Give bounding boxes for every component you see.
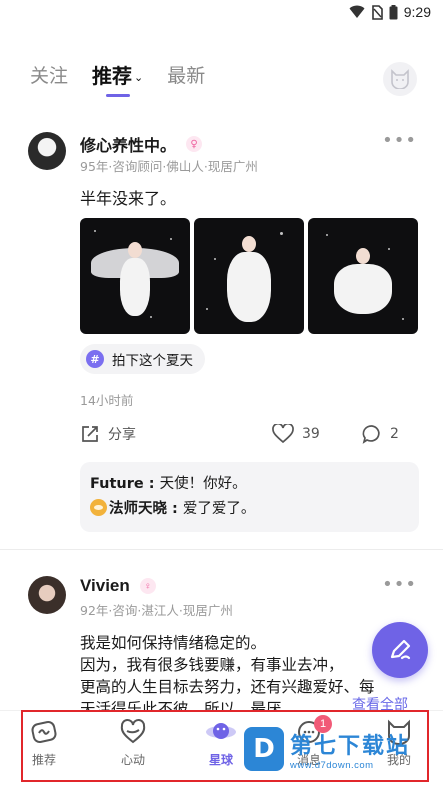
topic-tag[interactable]: # 拍下这个夏天 [80, 344, 205, 374]
share-icon [82, 426, 98, 442]
tab-recommended-label: 推荐 [92, 64, 133, 88]
post-actions: 分享 39 2 [80, 424, 420, 448]
post-timestamp: 14小时前 [80, 393, 134, 408]
nav-label: 心动 [120, 753, 145, 767]
comment-author[interactable]: 法师天晓 [109, 501, 167, 517]
post-username[interactable]: Vivien ♀ [80, 576, 156, 596]
post-author-meta: 95年·咨询顾问·佛山人·现居广州 [80, 159, 258, 174]
pen-icon [390, 639, 411, 660]
comment-preview[interactable]: Future : 天使！你好。 法师天晓 : 爱了爱了。 [80, 462, 419, 532]
profile-cat-avatar[interactable] [383, 62, 417, 96]
post-username-text: Vivien [80, 576, 130, 595]
female-icon: ♀ [139, 578, 156, 594]
battery-icon [389, 4, 398, 19]
avatar[interactable] [28, 576, 66, 614]
comment-text: 天使！你好。 [159, 476, 247, 492]
status-bar: 9:29 [0, 0, 443, 26]
site-watermark: D 第七下载站 www.d7down.com [244, 716, 440, 782]
like-button[interactable]: 39 [272, 424, 320, 444]
status-time: 9:29 [403, 4, 431, 20]
watermark-title: 第七下载站 [290, 733, 411, 759]
tab-recommended[interactable]: 推荐 ⌄ [92, 60, 144, 97]
post-photo[interactable] [80, 218, 190, 334]
tab-latest[interactable]: 最新 [167, 61, 205, 88]
heart-icon [272, 424, 294, 444]
post-author-meta: 92年·咨询·湛江人·现居广州 [80, 603, 233, 618]
share-button[interactable]: 分享 [80, 424, 136, 444]
tab-active-indicator [106, 94, 131, 97]
share-label: 分享 [108, 427, 136, 443]
post-photo[interactable] [194, 218, 304, 334]
cat-icon [391, 69, 409, 89]
comment-author[interactable]: Future [90, 476, 144, 492]
more-options-icon[interactable]: ••• [382, 130, 417, 151]
comment-count: 2 [390, 426, 399, 442]
post-content-line: 因为，我有很多钱要赚，有事业去冲， [80, 656, 344, 674]
tiger-emoji-icon [90, 499, 107, 516]
female-icon: ♀ [186, 136, 203, 152]
comment-item: Future : 天使！你好。 [90, 472, 409, 497]
heart-icon [120, 719, 146, 744]
comment-icon [362, 425, 380, 444]
compose-button[interactable] [372, 622, 428, 678]
recommend-icon [31, 721, 57, 743]
no-sim-icon [371, 4, 383, 20]
comment-item: 法师天晓 : 爱了爱了。 [90, 497, 409, 522]
post-content: 半年没来了。 [80, 189, 177, 208]
comment-colon: : [143, 476, 160, 492]
tab-following[interactable]: 关注 [30, 61, 68, 88]
avatar[interactable] [28, 132, 66, 170]
photo-grid [80, 218, 418, 334]
topic-tag-label: 拍下这个夏天 [112, 353, 193, 369]
nav-heartbeat[interactable]: 心动 [98, 717, 168, 768]
chevron-down-icon: ⌄ [134, 71, 144, 84]
like-count: 39 [302, 426, 320, 442]
comment-text: 爱了爱了。 [182, 501, 256, 517]
status-icons: 9:29 [349, 4, 431, 20]
hashtag-icon: # [86, 350, 104, 368]
post-username[interactable]: 修心养性中。 ♀ [80, 132, 203, 156]
more-options-icon[interactable]: ••• [382, 574, 417, 595]
nav-recommend[interactable]: 推荐 [9, 717, 79, 768]
post-content-line: 我是如何保持情绪稳定的。 [80, 634, 267, 652]
feed-tabs: 关注 推荐 ⌄ 最新 [30, 60, 229, 97]
planet-icon [206, 723, 236, 739]
comment-button[interactable]: 2 [362, 424, 399, 444]
watermark-text: 第七下载站 www.d7down.com [290, 728, 410, 771]
post-divider [0, 549, 443, 550]
nav-label: 推荐 [31, 753, 56, 767]
comment-colon: : [167, 501, 183, 517]
watermark-logo: D [244, 727, 284, 771]
wifi-icon [349, 5, 365, 18]
post-photo[interactable] [308, 218, 418, 334]
watermark-url: www.d7down.com [290, 759, 374, 771]
post-username-text: 修心养性中。 [80, 136, 177, 155]
nav-label: 星球 [208, 753, 233, 767]
